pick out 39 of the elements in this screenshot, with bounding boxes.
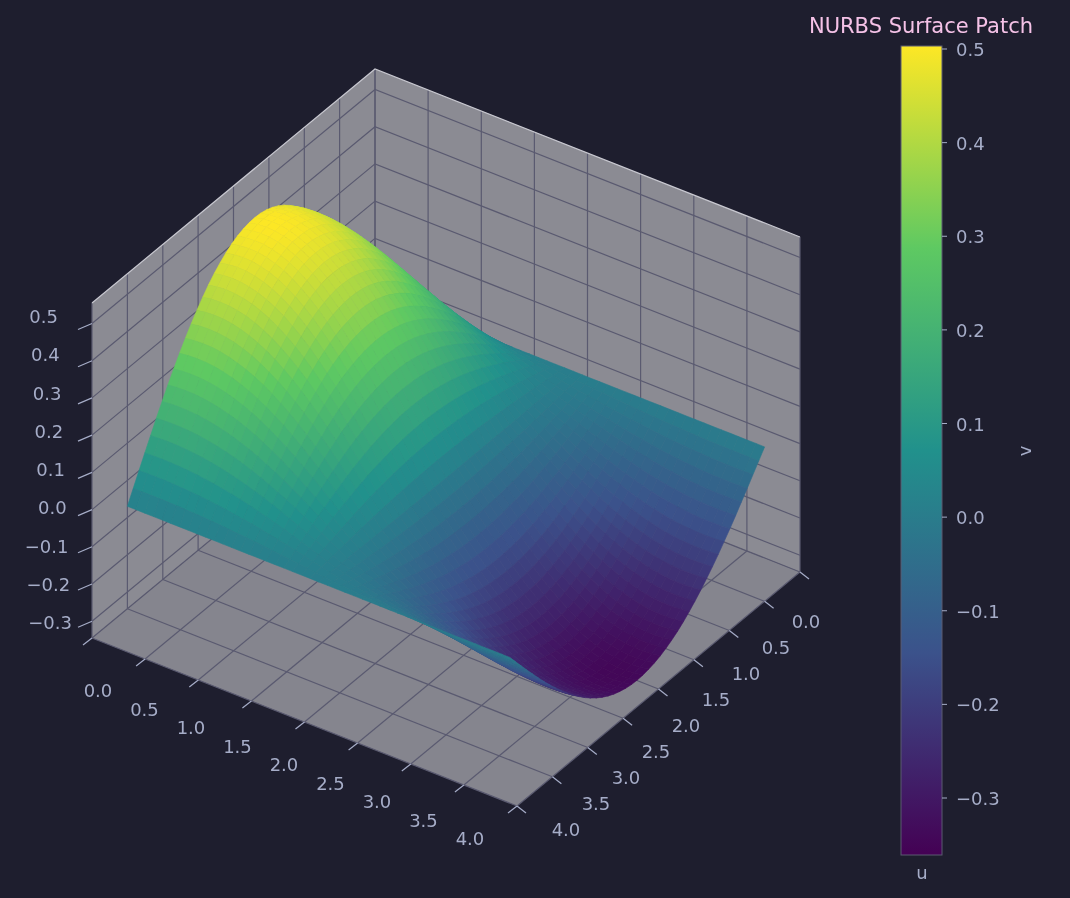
colorbar-tick-label: 0.0 [956, 507, 985, 529]
colorbar-tick-label: 0.5 [956, 39, 985, 60]
axis-tick-label: −0.2 [26, 573, 71, 595]
axis-tick-label: 0.0 [791, 611, 821, 632]
axis-tick-label: 2.5 [316, 772, 345, 794]
axis-tick-label: 2.0 [269, 754, 299, 775]
axis-tick-label: 0.0 [38, 497, 67, 519]
axis-tick-label: −0.1 [24, 535, 69, 557]
axis-tick-label: 0.3 [32, 382, 62, 404]
axis-tick-label: 3.5 [581, 793, 611, 814]
axis-tick-label: 0.1 [36, 459, 65, 480]
colorbar-tick-label: 0.2 [956, 319, 985, 341]
axis-tick-label: 0.5 [761, 637, 791, 658]
axis-tick-label: 0.0 [83, 680, 113, 701]
axis-tick-label: 1.0 [731, 663, 761, 684]
axis-tick-label: 3.5 [409, 809, 438, 831]
axis-tick-label: 3.0 [362, 791, 392, 812]
axis-tick-label: 3.0 [611, 767, 641, 788]
colorbar-tick-label: −0.2 [956, 694, 1000, 716]
axis-tick-label: 4.0 [551, 819, 581, 840]
colorbar-label: v [1014, 445, 1035, 457]
axis-tick-label: 0.5 [29, 306, 58, 327]
colorbar-tick-label: 0.3 [956, 226, 985, 248]
axis-tick-label: 1.5 [223, 735, 252, 757]
colorbar-tick-label: −0.1 [956, 600, 1000, 622]
colorbar-tick-label: 0.1 [956, 413, 985, 435]
axis-tick-label: 0.2 [34, 420, 64, 442]
colorbar-tick-label: −0.3 [956, 788, 1000, 809]
axis-tick-label: 2.0 [671, 715, 701, 736]
axis-tick-label: 1.0 [176, 717, 206, 738]
colorbar-tick-label: 0.4 [956, 132, 985, 154]
axis-tick-label: 0.5 [130, 698, 159, 720]
colorbar-bottom-label: u [916, 862, 928, 883]
axis-tick-label: 1.5 [701, 689, 731, 710]
axis-tick-label: −0.3 [28, 612, 72, 633]
axis-tick-label: 4.0 [455, 828, 485, 849]
axis-tick-label: 2.5 [641, 741, 671, 762]
chart-title: NURBS Surface Patch [808, 14, 1034, 38]
axis-tick-label: 0.4 [31, 344, 60, 366]
